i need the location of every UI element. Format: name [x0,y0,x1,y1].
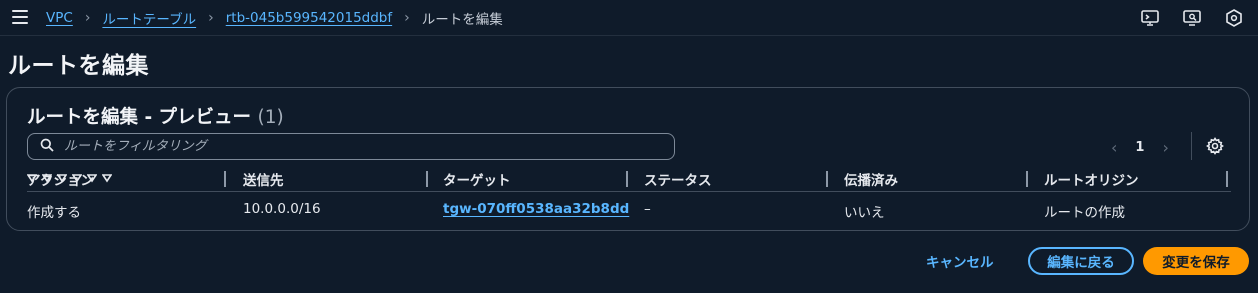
breadcrumb-current: ルートを編集 [421,12,503,28]
table-header: アクション 送信先 ターゲット ステータス 伝播済み ルートオリジン [26,168,1231,192]
cloudshell-icon[interactable] [1140,8,1160,28]
back-to-edit-button[interactable]: 編集に戻る [1028,247,1134,275]
cell-status: – [644,201,651,217]
feedback-icon[interactable] [1182,8,1202,28]
column-header-route-origin[interactable]: ルートオリジン [1044,168,1139,190]
column-header-status[interactable]: ステータス [644,168,712,190]
chevron-right-icon: › [208,10,214,26]
pagination-divider [1191,132,1192,160]
cell-action: 作成する [27,205,81,221]
column-resizer[interactable] [426,171,428,187]
settings-shield-icon[interactable] [1224,8,1244,28]
page-title: ルートを編集 [8,53,149,79]
breadcrumb-route-table-id[interactable]: rtb-045b599542015ddbf [226,10,392,26]
table-row: 作成する 10.0.0.0/16 tgw-070ff0538aa32b8dd –… [27,194,1231,224]
column-header-propagated[interactable]: 伝播済み [844,168,898,190]
panel-title-count: (1) [257,107,284,128]
cell-target-link[interactable]: tgw-070ff0538aa32b8dd [443,201,629,217]
save-changes-button[interactable]: 変更を保存 [1143,247,1249,275]
gear-icon[interactable] [1205,136,1225,156]
menu-icon[interactable] [12,10,28,24]
search-field[interactable] [27,133,675,160]
top-navigation-bar: VPC › ルートテーブル › rtb-045b599542015ddbf › … [0,0,1258,36]
column-resizer[interactable] [1026,171,1028,187]
search-icon [40,137,54,156]
column-resizer[interactable] [224,171,226,187]
panel-title-text: ルートを編集 - プレビュー [27,107,252,128]
cell-destination: 10.0.0.0/16 [243,201,321,217]
search-input[interactable] [64,139,624,154]
chevron-right-icon: › [404,10,410,26]
column-resizer[interactable] [1226,171,1228,187]
breadcrumb-vpc[interactable]: VPC [46,10,73,26]
breadcrumb: VPC › ルートテーブル › rtb-045b599542015ddbf › … [46,0,503,36]
column-header-action[interactable]: アクション [27,168,94,190]
column-resizer[interactable] [826,171,828,187]
cell-route-origin: ルートの作成 [1044,205,1125,221]
pagination-page-number[interactable]: 1 [1135,140,1144,155]
column-header-target[interactable]: ターゲット [443,168,511,190]
chevron-right-icon: › [84,10,91,26]
column-header-destination[interactable]: 送信先 [243,168,284,190]
column-resizer[interactable] [626,171,628,187]
pagination-next-button[interactable]: › [1162,138,1168,157]
cancel-button[interactable]: キャンセル [926,249,994,273]
pagination-prev-button[interactable]: ‹ [1111,138,1117,157]
breadcrumb-route-tables[interactable]: ルートテーブル [102,8,196,28]
cell-propagated: いいえ [844,205,885,221]
pagination: ‹ 1 › [1111,136,1169,158]
panel-title: ルートを編集 - プレビュー (1) [27,103,284,129]
routes-preview-container: ルートを編集 - プレビュー (1) ‹ 1 › アクション 送信先 ターゲット [6,87,1250,231]
sort-down-icon[interactable] [101,168,113,187]
